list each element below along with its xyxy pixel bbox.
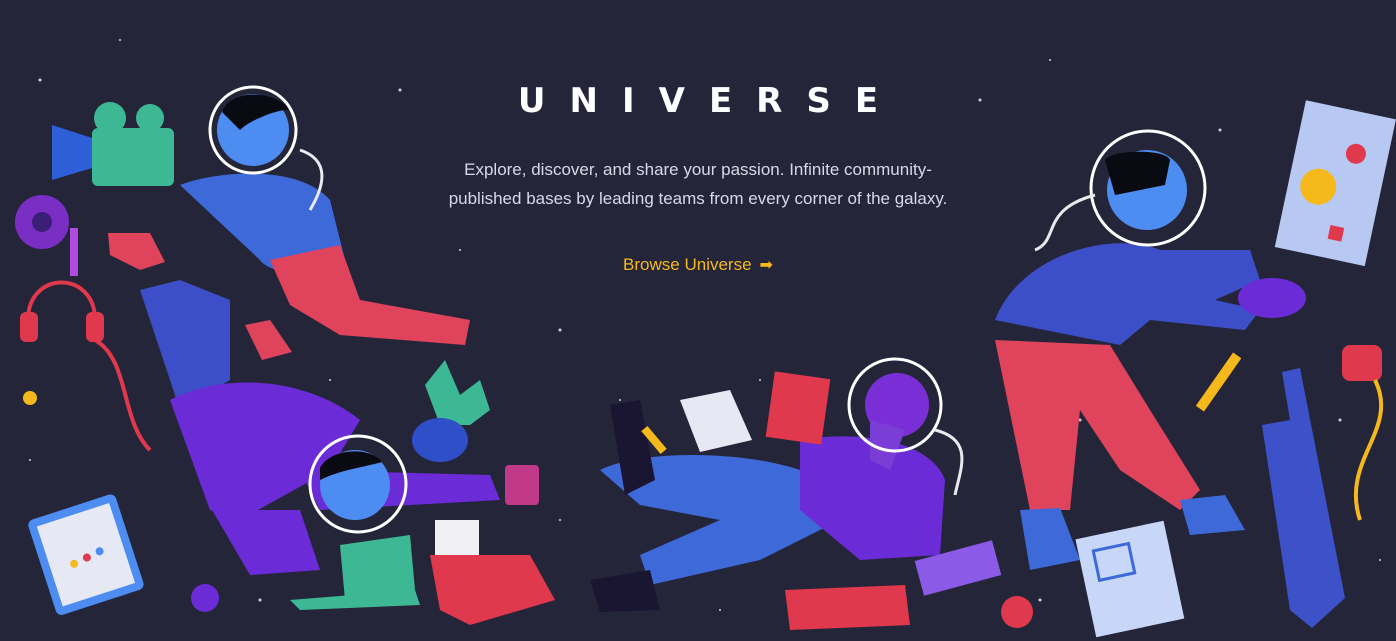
astronaut-3 — [590, 357, 964, 612]
arrow-right-icon: ➡ — [759, 257, 773, 274]
paper-icon — [680, 390, 752, 452]
hero-description: Explore, discover, and share your passio… — [448, 160, 948, 208]
tape-measure-icon — [1342, 345, 1383, 521]
astronaut-4 — [995, 129, 1260, 570]
cta-container: Browse Universe ➡ — [0, 255, 1396, 275]
typewriter-icon — [430, 520, 555, 625]
browse-universe-label: Browse Universe — [623, 255, 752, 274]
clipboard-icon — [28, 494, 144, 615]
universe-hero: UNIVERSE Explore, discover, and share yo… — [0, 0, 1396, 641]
painting-canvas-icon — [1274, 100, 1396, 267]
potted-plant-icon — [412, 360, 490, 462]
headphones-icon — [26, 280, 152, 452]
blueprint-icon — [1075, 520, 1185, 638]
coffee-mug-icon — [505, 465, 539, 505]
skyscraper-icon — [1262, 368, 1345, 628]
page-title: UNIVERSE — [517, 80, 903, 121]
browse-universe-link[interactable]: Browse Universe ➡ — [623, 255, 773, 274]
paint-palette-icon — [1238, 278, 1306, 318]
